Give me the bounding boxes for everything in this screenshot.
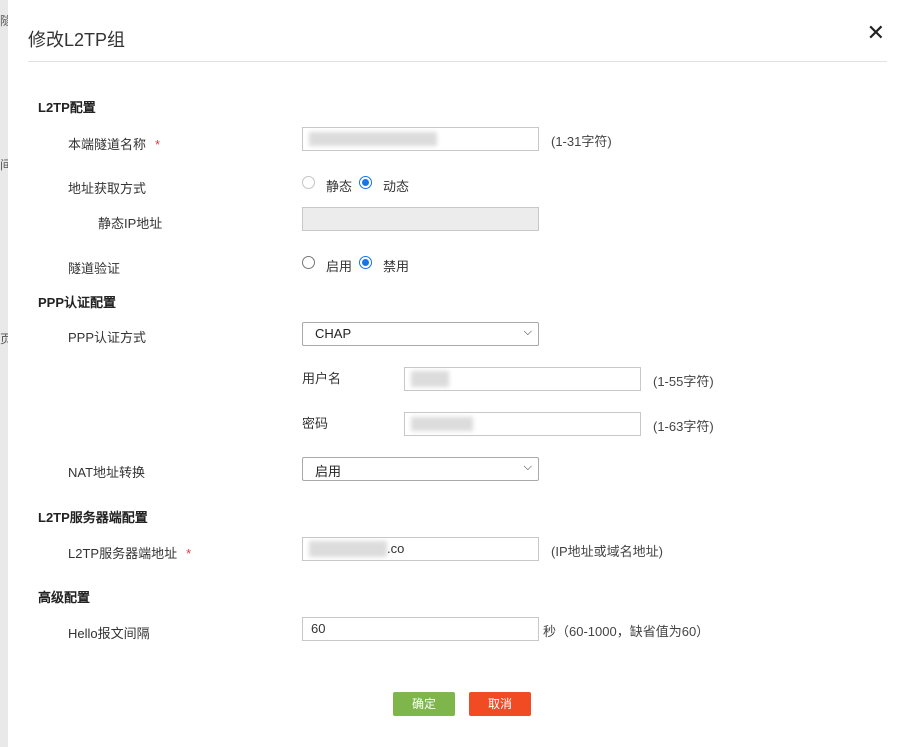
- tunnel-name-hint: (1-31字符): [551, 134, 612, 149]
- tunnel-auth-enable-label: 启用: [326, 259, 353, 274]
- server-addr-suffix: .co: [387, 541, 405, 556]
- cancel-button[interactable]: 取消: [469, 692, 531, 716]
- addr-static-label: 静态: [326, 179, 353, 194]
- tunnel-name-input[interactable]: [302, 127, 539, 151]
- hello-interval-label: Hello报文间隔: [68, 626, 150, 641]
- dialog-title: 修改L2TP组: [28, 30, 126, 50]
- required-mark: *: [186, 546, 192, 561]
- background-panel: 隧 间 页: [0, 0, 12, 747]
- chevron-down-icon: ⌵: [523, 326, 532, 338]
- addr-mode-label: 地址获取方式: [68, 181, 147, 196]
- password-label: 密码: [302, 416, 329, 431]
- static-ip-label: 静态IP地址: [98, 216, 163, 231]
- redacted-value: [309, 132, 437, 146]
- section-advanced: 高级配置: [38, 590, 91, 605]
- title-divider: [28, 61, 887, 62]
- static-ip-input[interactable]: [302, 207, 539, 231]
- ppp-auth-mode-select[interactable]: CHAP ⌵: [302, 322, 539, 346]
- nat-select[interactable]: 启用 ⌵: [302, 457, 539, 481]
- section-l2tp-config: L2TP配置: [38, 100, 96, 115]
- hello-interval-input[interactable]: 60: [302, 617, 539, 641]
- tunnel-name-label: 本端隧道名称 *: [68, 137, 161, 152]
- tunnel-auth-enable-radio[interactable]: [302, 256, 315, 269]
- close-icon[interactable]: ✕: [867, 22, 885, 44]
- addr-dynamic-label: 动态: [383, 179, 410, 194]
- section-ppp-auth: PPP认证配置: [38, 295, 117, 310]
- ok-button[interactable]: 确定: [393, 692, 455, 716]
- password-hint: (1-63字符): [653, 419, 714, 434]
- username-input[interactable]: [404, 367, 641, 391]
- tunnel-auth-disable-label: 禁用: [383, 259, 410, 274]
- redacted-value: [309, 541, 387, 557]
- required-mark: *: [155, 137, 161, 152]
- page: 隧 间 页 修改L2TP组 ✕ L2TP配置 本端隧道名称 * (1-31字符) …: [0, 0, 903, 747]
- server-addr-input[interactable]: .co: [302, 537, 539, 561]
- tunnel-auth-label: 隧道验证: [68, 261, 121, 276]
- password-input[interactable]: [404, 412, 641, 436]
- username-label: 用户名: [302, 371, 342, 386]
- ppp-auth-mode-label: PPP认证方式: [68, 330, 147, 345]
- username-hint: (1-55字符): [653, 374, 714, 389]
- chevron-down-icon: ⌵: [523, 461, 532, 473]
- redacted-value: [411, 417, 473, 431]
- ppp-auth-mode-value: CHAP: [315, 326, 352, 341]
- addr-static-radio[interactable]: [302, 176, 315, 189]
- tunnel-auth-disable-radio[interactable]: [359, 256, 372, 269]
- server-addr-hint: (IP地址或域名地址): [551, 544, 663, 559]
- section-l2tp-server: L2TP服务器端配置: [38, 510, 148, 525]
- addr-dynamic-radio[interactable]: [359, 176, 372, 189]
- server-addr-label: L2TP服务器端地址 *: [68, 546, 192, 561]
- redacted-value: [411, 371, 449, 387]
- nat-value: 启用: [315, 464, 342, 479]
- nat-label: NAT地址转换: [68, 465, 146, 480]
- hello-interval-hint: 秒（60-1000，缺省值为60）: [543, 624, 710, 639]
- edit-l2tp-dialog: 修改L2TP组 ✕ L2TP配置 本端隧道名称 * (1-31字符) 地址获取方式…: [8, 4, 903, 747]
